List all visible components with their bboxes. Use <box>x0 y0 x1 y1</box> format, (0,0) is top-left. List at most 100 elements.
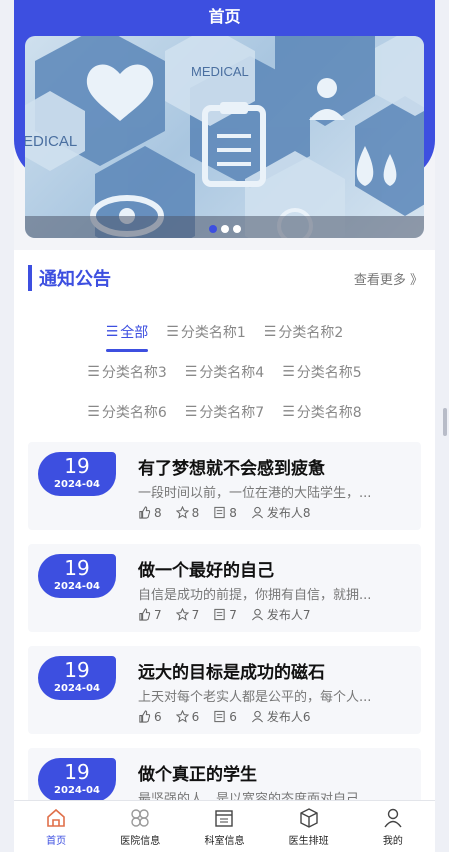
thumbs-up-icon <box>139 506 151 519</box>
user-icon <box>384 808 402 827</box>
nav-department-info[interactable]: 科室信息 <box>184 801 264 852</box>
view-count-value: 6 <box>229 709 237 724</box>
nav-label: 医生排班 <box>288 835 329 847</box>
article-meta: 7 7 7 发布人7 <box>138 606 311 623</box>
tab-all[interactable]: ☰ 全部 <box>105 322 149 352</box>
date-day: 19 <box>64 658 90 682</box>
carousel-dots <box>25 225 424 233</box>
scrollbar-handle[interactable] <box>443 408 447 436</box>
tab-label: 分类名称6 <box>101 405 167 421</box>
date-month: 2024-04 <box>54 581 100 592</box>
nav-label: 我的 <box>382 835 403 847</box>
nav-label: 医院信息 <box>120 835 161 847</box>
list-item[interactable]: 19 2024-04 远大的目标是成功的磁石 上天对每个老实人都是公平的，每个人… <box>28 646 421 734</box>
tab-category-2[interactable]: ☰ 分类名称2 <box>264 322 343 352</box>
list-item[interactable]: 19 2024-04 有了梦想就不会感到疲惫 一段时间以前，一位在港的大陆学生，… <box>28 442 421 530</box>
nav-doctor-schedule[interactable]: 医生排班 <box>269 801 349 852</box>
article-summary: 自信是成功的前提，你拥有自信，就拥... <box>138 588 372 603</box>
menu-icon: ☰ <box>282 364 295 380</box>
article-list: 19 2024-04 有了梦想就不会感到疲惫 一段时间以前，一位在港的大陆学生，… <box>28 442 421 850</box>
view-more-link[interactable]: 查看更多 》 <box>354 269 423 288</box>
list-item[interactable]: 19 2024-04 做一个最好的自己 自信是成功的前提，你拥有自信，就拥...… <box>28 544 421 632</box>
date-month: 2024-04 <box>54 785 100 796</box>
article-meta: 8 8 8 发布人8 <box>138 504 311 521</box>
carousel-dot-active[interactable] <box>208 225 217 233</box>
date-month: 2024-04 <box>54 683 100 694</box>
article-summary: 一段时间以前，一位在港的大陆学生，... <box>138 486 372 501</box>
document-icon <box>214 710 225 723</box>
thumbs-up-icon <box>139 608 151 621</box>
tab-category-1[interactable]: ☰ 分类名称1 <box>166 322 245 352</box>
tab-category-8[interactable]: ☰ 分类名称8 <box>282 402 361 432</box>
banner-carousel[interactable]: MEDICAL EDICAL <box>25 36 424 238</box>
nav-home[interactable]: 首页 <box>16 801 96 852</box>
article-title: 远大的目标是成功的磁石 <box>138 663 325 683</box>
view-count-value: 7 <box>229 607 237 622</box>
banner-tag: MEDICAL <box>191 64 249 79</box>
view-count: 6 <box>213 708 237 725</box>
publisher-name: 发布人8 <box>266 506 311 520</box>
article-title: 做一个最好的自己 <box>138 561 274 581</box>
menu-icon: ☰ <box>184 364 198 380</box>
star-count: 6 <box>175 708 200 725</box>
menu-icon: ☰ <box>166 324 179 340</box>
top-bar: 首页 <box>14 0 435 30</box>
section-title-text: 通知公告 <box>39 269 111 290</box>
user-icon <box>251 608 263 621</box>
tab-label: 分类名称3 <box>101 365 167 381</box>
tab-label: 分类名称5 <box>296 365 362 381</box>
like-count: 8 <box>138 504 162 521</box>
star-icon <box>175 506 189 519</box>
view-count-value: 8 <box>229 505 237 520</box>
menu-icon: ☰ <box>105 324 119 340</box>
tab-category-4[interactable]: ☰ 分类名称4 <box>185 362 264 392</box>
grid-icon <box>131 808 149 827</box>
publisher: 发布人8 <box>251 504 311 521</box>
star-count: 8 <box>175 504 199 521</box>
home-icon <box>47 808 65 827</box>
calendar-icon <box>215 809 234 827</box>
section-title: 通知公告 <box>28 265 111 291</box>
document-icon <box>214 506 225 519</box>
tab-category-3[interactable]: ☰ 分类名称3 <box>87 362 166 392</box>
nav-hospital-info[interactable]: 医院信息 <box>100 801 180 852</box>
title-accent-bar <box>28 265 32 291</box>
menu-icon: ☰ <box>87 404 100 420</box>
category-row: ☰ 全部 ☰ 分类名称1 ☰ 分类名称2 <box>14 322 435 362</box>
tab-category-6[interactable]: ☰ 分类名称6 <box>87 402 166 432</box>
user-icon <box>251 506 263 519</box>
star-count-value: 6 <box>191 709 200 724</box>
carousel-dot[interactable] <box>220 225 229 233</box>
view-more-label: 查看更多 》 <box>353 272 423 288</box>
category-row: ☰ 分类名称6 ☰ 分类名称7 ☰ 分类名称8 <box>14 402 435 442</box>
article-title: 做个真正的学生 <box>138 765 257 785</box>
like-count: 7 <box>138 606 162 623</box>
publisher-name: 发布人6 <box>266 710 311 724</box>
notice-section: 通知公告 查看更多 》 ☰ 全部 ☰ 分类名称1 ☰ 分类名称2 ☰ 分类名称3 ☰ 分类… <box>14 250 435 836</box>
category-row: ☰ 分类名称3 ☰ 分类名称4 ☰ 分类名称5 <box>14 362 435 402</box>
like-count-value: 8 <box>154 505 162 520</box>
page-title: 首页 <box>208 7 241 26</box>
menu-icon: ☰ <box>263 324 277 340</box>
thumbs-up-icon <box>139 710 151 723</box>
nav-mine[interactable]: 我的 <box>353 801 433 852</box>
tab-label: 分类名称1 <box>180 325 246 341</box>
star-count-value: 7 <box>191 607 200 622</box>
tab-category-5[interactable]: ☰ 分类名称5 <box>282 362 361 392</box>
tab-label: 分类名称4 <box>199 365 265 381</box>
date-badge: 19 2024-04 <box>38 758 116 802</box>
publisher-name: 发布人7 <box>266 608 311 622</box>
tab-label: 分类名称2 <box>278 325 344 341</box>
date-day: 19 <box>64 454 90 478</box>
tab-label: 全部 <box>120 325 149 341</box>
date-badge: 19 2024-04 <box>38 656 116 700</box>
view-count: 7 <box>213 606 237 623</box>
carousel-dot[interactable] <box>232 225 241 233</box>
star-count: 7 <box>175 606 200 623</box>
app-page: 首页 MEDICAL EDICAL 通知公告 查看更多 》 ☰ 全部 ☰ 分类名… <box>0 0 449 852</box>
date-month: 2024-04 <box>54 479 100 490</box>
side-margin-left <box>0 0 14 852</box>
nav-label: 科室信息 <box>204 835 245 847</box>
user-icon <box>251 710 263 723</box>
tab-category-7[interactable]: ☰ 分类名称7 <box>185 402 264 432</box>
